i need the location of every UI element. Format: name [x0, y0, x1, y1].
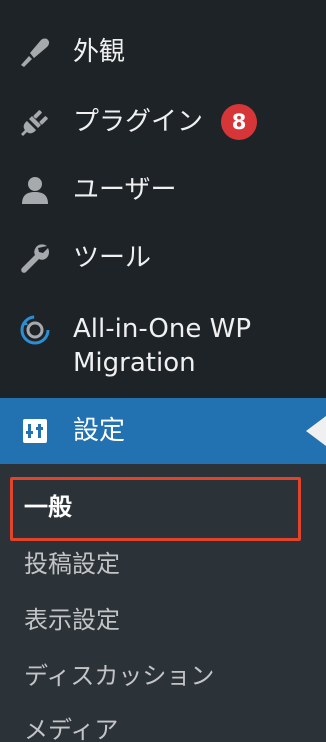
- submenu-item-writing[interactable]: 投稿設定: [24, 548, 120, 580]
- menu-label: 外観: [73, 37, 126, 67]
- migration-icon: [17, 312, 53, 348]
- submenu-item-general[interactable]: 一般: [24, 491, 72, 523]
- current-menu-arrow: [306, 416, 326, 446]
- update-count-badge: 8: [221, 104, 257, 140]
- menu-item-tools[interactable]: ツール: [0, 224, 326, 292]
- menu-label: プラグイン: [73, 107, 204, 137]
- plugin-icon: [17, 104, 53, 140]
- settings-submenu: 一般 投稿設定 表示設定 ディスカッション メディア: [0, 464, 326, 742]
- menu-label: All-in-One WP Migration: [73, 314, 252, 378]
- submenu-item-reading[interactable]: 表示設定: [24, 604, 120, 636]
- menu-label: ユーザー: [73, 175, 177, 205]
- menu-item-users[interactable]: ユーザー: [0, 156, 326, 224]
- menu-label: ツール: [73, 243, 152, 273]
- submenu-item-media[interactable]: メディア: [24, 714, 118, 742]
- admin-sidebar: 外観 プラグイン 8 ユーザー ツール All-in-One WP Migrat…: [0, 0, 326, 742]
- menu-item-settings[interactable]: 設定: [0, 398, 326, 464]
- menu-item-plugins[interactable]: プラグイン 8: [0, 88, 326, 156]
- user-icon: [17, 172, 53, 208]
- wrench-icon: [17, 240, 53, 276]
- menu-item-appearance[interactable]: 外観: [0, 18, 326, 86]
- menu-item-all-in-one-wp-migration[interactable]: All-in-One WP Migration: [0, 312, 326, 380]
- settings-sliders-icon: [17, 413, 53, 449]
- paintbrush-icon: [17, 34, 53, 70]
- submenu-item-discussion[interactable]: ディスカッション: [24, 660, 214, 692]
- menu-label: 設定: [73, 416, 126, 446]
